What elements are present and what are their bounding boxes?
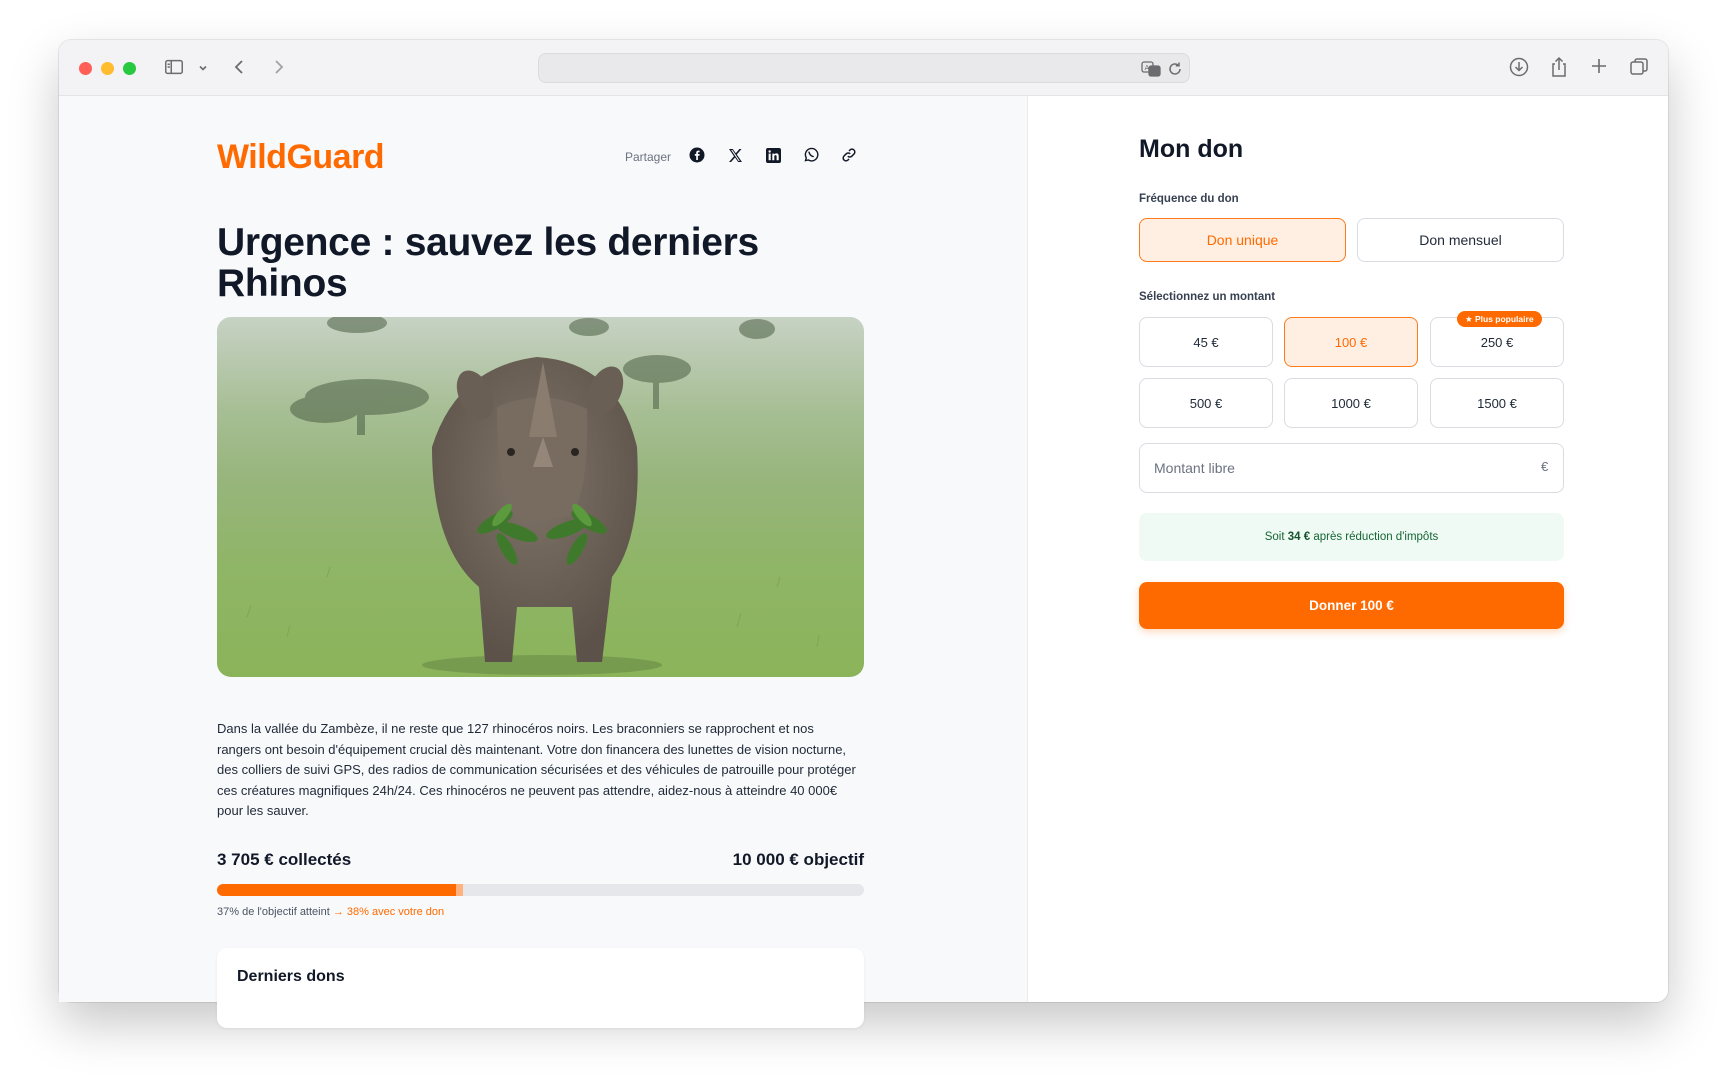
share-icon[interactable]	[1549, 56, 1569, 78]
progress-bar	[217, 884, 864, 896]
download-icon[interactable]	[1508, 56, 1530, 78]
donate-submit-button[interactable]: Donner 100 €	[1139, 582, 1564, 629]
tab-overview-icon[interactable]	[1628, 56, 1650, 78]
share-label: Partager	[625, 150, 672, 164]
facebook-icon[interactable]	[682, 140, 712, 170]
brand-logo[interactable]: WildGuard	[217, 138, 385, 177]
frequency-label: Fréquence du don	[1139, 193, 1239, 205]
tax-prefix: Soit	[1264, 531, 1285, 543]
reload-icon[interactable]	[1167, 61, 1183, 77]
tax-reduction-notice: Soit 34 € après réduction d'impôts	[1139, 513, 1564, 561]
linkedin-icon[interactable]	[758, 140, 788, 170]
amount-45-button[interactable]: 45 €	[1139, 317, 1273, 367]
monthly-donation-button[interactable]: Don mensuel	[1357, 218, 1564, 262]
progress-bar-fill	[217, 884, 457, 896]
amount-100-button[interactable]: 100 €	[1284, 317, 1418, 367]
recent-donations-title: Derniers dons	[237, 968, 345, 985]
link-icon[interactable]	[834, 140, 864, 170]
amount-1000-button[interactable]: 1000 €	[1284, 378, 1418, 428]
translate-icon[interactable]: A	[1141, 60, 1161, 78]
back-icon[interactable]	[231, 58, 249, 76]
tax-amount: 34 €	[1287, 531, 1311, 543]
campaign-description: Dans la vallée du Zambèze, il ne reste q…	[217, 721, 856, 818]
free-amount-input[interactable]	[1139, 443, 1564, 493]
donation-title: Mon don	[1139, 135, 1244, 163]
tax-suffix: après réduction d'impôts	[1313, 531, 1439, 543]
campaign-panel: WildGuard Partager Urgence : sauvez les …	[59, 96, 1027, 1028]
minimize-window-button[interactable]	[101, 62, 114, 75]
amount-1500-button[interactable]: 1500 €	[1430, 378, 1564, 428]
rhino-photo	[217, 317, 864, 677]
address-bar[interactable]: A	[538, 53, 1190, 83]
campaign-title: Urgence : sauvez les derniers Rhinos	[217, 221, 759, 305]
currency-suffix: €	[1541, 459, 1549, 474]
amount-500-button[interactable]: 500 €	[1139, 378, 1273, 428]
amount-label: Sélectionnez un montant	[1139, 291, 1276, 303]
close-window-button[interactable]	[79, 62, 92, 75]
x-icon[interactable]	[720, 140, 750, 170]
recent-donations-card: Derniers dons	[217, 948, 864, 1028]
new-tab-icon[interactable]	[1589, 56, 1609, 76]
progress-note-text: 37% de l'objectif atteint	[217, 906, 330, 918]
progress-note-highlight: → 38% avec votre don	[332, 906, 445, 918]
whatsapp-icon[interactable]	[796, 140, 826, 170]
progress-note: 37% de l'objectif atteint → 38% avec vot…	[217, 906, 444, 918]
maximize-window-button[interactable]	[123, 62, 136, 75]
popular-badge: ★ Plus populaire	[1457, 311, 1542, 327]
raised-amount: 3 705 € collectés	[217, 850, 352, 869]
sidebar-toggle-icon[interactable]	[163, 56, 185, 78]
forward-icon[interactable]	[269, 58, 287, 76]
chevron-down-icon[interactable]	[197, 62, 209, 74]
goal-amount: 10 000 € objectif	[732, 850, 864, 869]
svg-text:A: A	[1145, 64, 1150, 72]
one-time-donation-button[interactable]: Don unique	[1139, 218, 1346, 262]
browser-toolbar: A	[59, 40, 1668, 96]
